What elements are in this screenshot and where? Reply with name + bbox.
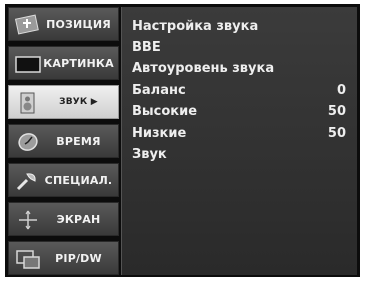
sidebar-item-label: ПОЗИЦИЯ [46, 17, 111, 31]
sound-icon [15, 91, 41, 115]
sidebar-item-label: СПЕЦИАЛ. [44, 173, 113, 187]
sidebar-item-special[interactable]: СПЕЦИАЛ. [8, 163, 119, 197]
picture-icon [15, 52, 41, 76]
time-icon [15, 130, 41, 154]
pip-icon [15, 247, 41, 271]
menu-item-label: Автоуровень звука [132, 61, 275, 76]
position-icon [14, 13, 41, 37]
sidebar-item-label: ЭКРАН [56, 212, 101, 226]
menu-item-label: Баланс [132, 83, 186, 98]
screen-icon [15, 208, 41, 232]
osd-menu-frame: ПОЗИЦИЯ КАРТИНКА ЗВУК ▶ ВРЕМЯ СПЕЦИАЛ. Э… [5, 4, 360, 277]
sidebar-item-screen[interactable]: ЭКРАН [8, 202, 119, 236]
sidebar-item-label: ВРЕМЯ [56, 134, 101, 148]
bass-value: 50 [327, 126, 346, 141]
sidebar: ПОЗИЦИЯ КАРТИНКА ЗВУК ▶ ВРЕМЯ СПЕЦИАЛ. Э… [8, 7, 119, 275]
menu-item-sound[interactable]: Звук [132, 145, 346, 165]
menu-item-bbe[interactable]: BBE [132, 38, 346, 58]
menu-item-treble[interactable]: Высокие 50 [132, 102, 346, 122]
balance-value: 0 [336, 83, 346, 98]
sidebar-item-label: ЗВУК ▶ [59, 97, 98, 107]
menu-item-label: Высокие [132, 104, 198, 119]
sidebar-item-label: КАРТИНКА [43, 56, 114, 70]
menu-item-label: Настройка звука [132, 19, 259, 34]
sidebar-item-label: PIP/DW [55, 251, 102, 265]
menu-item-bass[interactable]: Низкие 50 [132, 124, 346, 144]
menu-item-label: Низкие [132, 126, 187, 141]
menu-item-auto-volume[interactable]: Автоуровень звука [132, 59, 346, 79]
special-icon [15, 169, 41, 193]
sidebar-item-sound[interactable]: ЗВУК ▶ [8, 85, 119, 119]
menu-item-sound-setup[interactable]: Настройка звука [132, 17, 346, 37]
sidebar-item-time[interactable]: ВРЕМЯ [8, 124, 119, 158]
sidebar-item-position[interactable]: ПОЗИЦИЯ [8, 7, 119, 41]
sidebar-item-pip[interactable]: PIP/DW [8, 241, 119, 275]
sound-menu-panel: Настройка звука BBE Автоуровень звука Ба… [121, 7, 357, 275]
menu-item-balance[interactable]: Баланс 0 [132, 81, 346, 101]
sidebar-item-picture[interactable]: КАРТИНКА [8, 46, 119, 80]
menu-item-label: BBE [132, 40, 161, 55]
menu-item-label: Звук [132, 147, 167, 162]
treble-value: 50 [327, 104, 346, 119]
